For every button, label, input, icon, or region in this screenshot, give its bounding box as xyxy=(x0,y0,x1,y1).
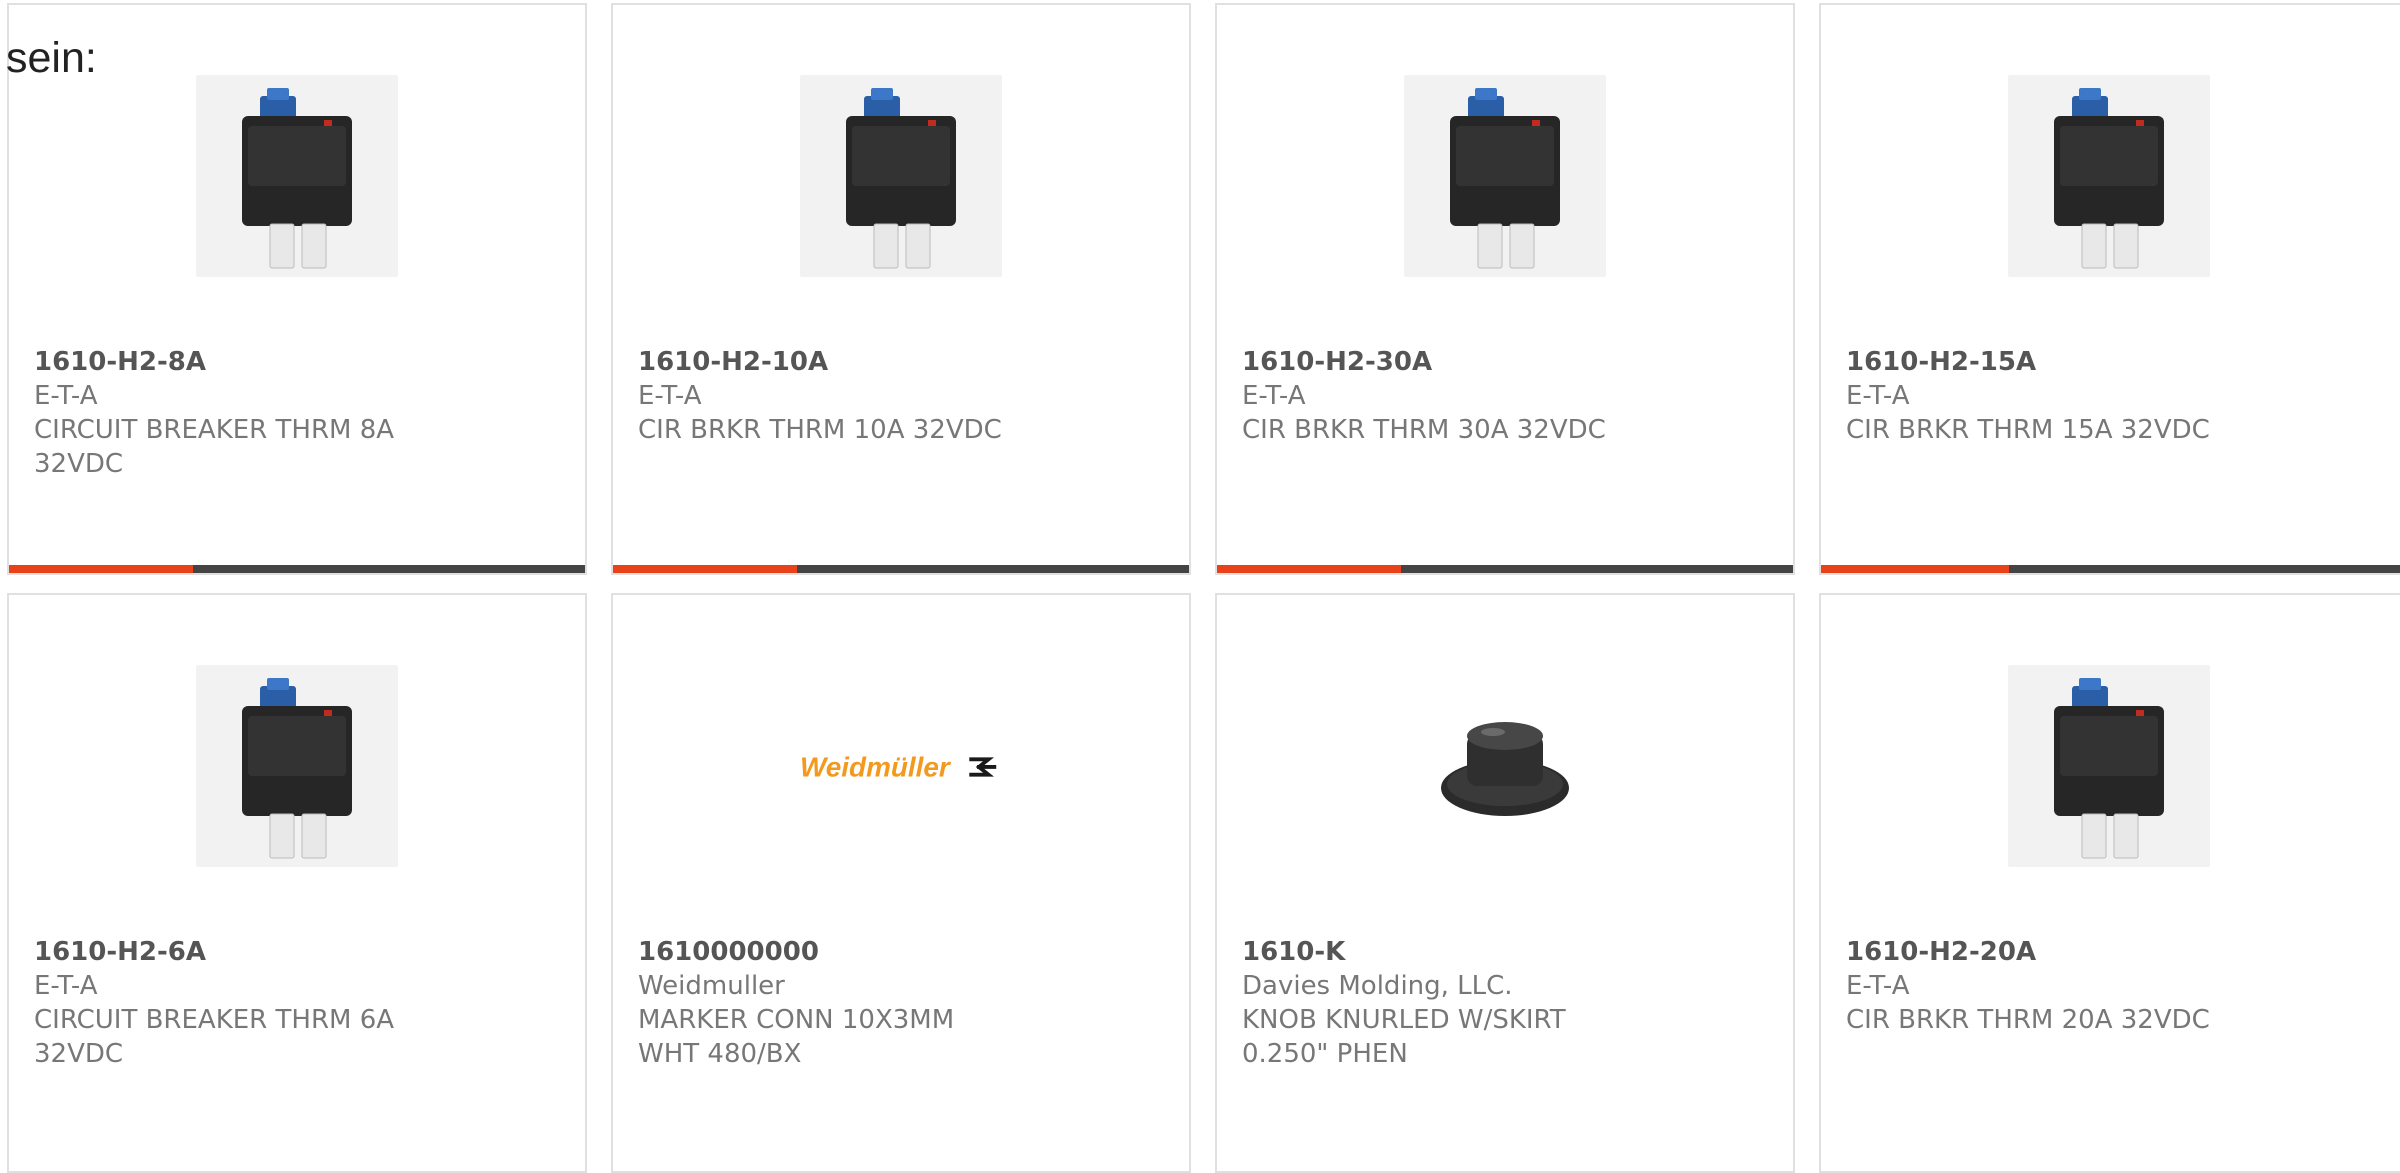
progress-fill xyxy=(1821,565,2009,573)
part-number[interactable]: 1610-K xyxy=(1242,935,1672,969)
product-card[interactable]: 1610-H2-30A E-T-A CIR BRKR THRM 30A 32VD… xyxy=(1215,3,1795,575)
product-info: 1610-H2-30A E-T-A CIR BRKR THRM 30A 32VD… xyxy=(1242,345,1672,447)
product-card[interactable]: Weidmüller 1610000000 Weidmuller MARKER … xyxy=(611,593,1191,1173)
manufacturer: E-T-A xyxy=(638,381,702,411)
progress-fill xyxy=(9,565,194,573)
product-card[interactable]: 1610-K Davies Molding, LLC. KNOB KNURLED… xyxy=(1215,593,1795,1173)
part-number[interactable]: 1610-H2-10A xyxy=(638,345,1068,379)
progress-fill xyxy=(1217,565,1402,573)
manufacturer: E-T-A xyxy=(1846,971,1910,1001)
product-info: 1610-H2-10A E-T-A CIR BRKR THRM 10A 32VD… xyxy=(638,345,1068,447)
part-number[interactable]: 1610-H2-15A xyxy=(1846,345,2276,379)
product-info: 1610-H2-8A E-T-A CIRCUIT BREAKER THRM 8A… xyxy=(34,345,464,481)
product-card[interactable]: 1610-H2-8A E-T-A CIRCUIT BREAKER THRM 8A… xyxy=(7,3,587,575)
description: KNOB KNURLED W/SKIRT 0.250" PHEN xyxy=(1242,1005,1566,1069)
description: CIR BRKR THRM 30A 32VDC xyxy=(1242,415,1606,445)
product-info: 1610-H2-20A E-T-A CIR BRKR THRM 20A 32VD… xyxy=(1846,935,2276,1037)
intro-text: sein: xyxy=(6,34,97,82)
circuit-breaker-image xyxy=(800,75,1002,277)
description: CIRCUIT BREAKER THRM 8A 32VDC xyxy=(34,415,395,479)
part-number[interactable]: 1610-H2-8A xyxy=(34,345,464,379)
knob-image xyxy=(1404,665,1606,867)
description: CIR BRKR THRM 15A 32VDC xyxy=(1846,415,2210,445)
product-grid: 1610-H2-8A E-T-A CIRCUIT BREAKER THRM 8A… xyxy=(0,0,2400,1173)
progress-bar xyxy=(1821,565,2400,573)
part-number[interactable]: 1610-H2-6A xyxy=(34,935,464,969)
circuit-breaker-image xyxy=(2008,665,2210,867)
part-number[interactable]: 1610-H2-20A xyxy=(1846,935,2276,969)
manufacturer: Davies Molding, LLC. xyxy=(1242,971,1513,1001)
manufacturer: E-T-A xyxy=(1846,381,1910,411)
description: CIR BRKR THRM 10A 32VDC xyxy=(638,415,1002,445)
weidmuller-logo: Weidmüller xyxy=(800,665,1002,867)
progress-bar xyxy=(9,565,585,573)
circuit-breaker-image xyxy=(1404,75,1606,277)
manufacturer: Weidmuller xyxy=(638,971,785,1001)
product-info: 1610-H2-15A E-T-A CIR BRKR THRM 15A 32VD… xyxy=(1846,345,2276,447)
circuit-breaker-image xyxy=(196,665,398,867)
svg-text:Weidmüller: Weidmüller xyxy=(800,752,952,783)
product-info: 1610-K Davies Molding, LLC. KNOB KNURLED… xyxy=(1242,935,1672,1071)
product-card[interactable]: 1610-H2-15A E-T-A CIR BRKR THRM 15A 32VD… xyxy=(1819,3,2400,575)
description: CIR BRKR THRM 20A 32VDC xyxy=(1846,1005,2210,1035)
manufacturer: E-T-A xyxy=(1242,381,1306,411)
product-info: 1610-H2-6A E-T-A CIRCUIT BREAKER THRM 6A… xyxy=(34,935,464,1071)
part-number[interactable]: 1610-H2-30A xyxy=(1242,345,1672,379)
product-card[interactable]: 1610-H2-10A E-T-A CIR BRKR THRM 10A 32VD… xyxy=(611,3,1191,575)
description: CIRCUIT BREAKER THRM 6A 32VDC xyxy=(34,1005,395,1069)
circuit-breaker-image xyxy=(2008,75,2210,277)
product-card[interactable]: 1610-H2-6A E-T-A CIRCUIT BREAKER THRM 6A… xyxy=(7,593,587,1173)
manufacturer: E-T-A xyxy=(34,971,98,1001)
circuit-breaker-image xyxy=(196,75,398,277)
progress-bar xyxy=(613,565,1189,573)
manufacturer: E-T-A xyxy=(34,381,98,411)
part-number[interactable]: 1610000000 xyxy=(638,935,1068,969)
description: MARKER CONN 10X3MM WHT 480/BX xyxy=(638,1005,955,1069)
progress-bar xyxy=(1217,565,1793,573)
progress-fill xyxy=(613,565,798,573)
product-info: 1610000000 Weidmuller MARKER CONN 10X3MM… xyxy=(638,935,1068,1071)
product-card[interactable]: 1610-H2-20A E-T-A CIR BRKR THRM 20A 32VD… xyxy=(1819,593,2400,1173)
